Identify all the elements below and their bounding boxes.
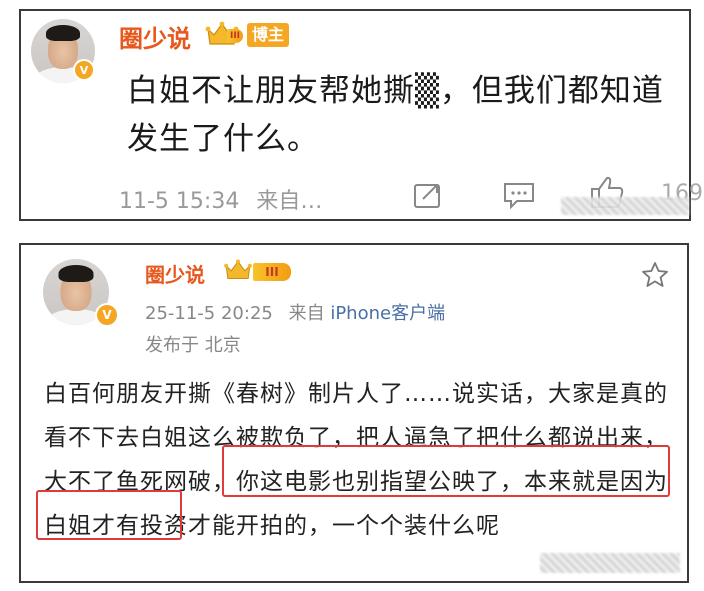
post-source: 来自… — [256, 189, 323, 214]
crown-icon — [223, 259, 253, 281]
post-location: 发布于 北京 — [145, 335, 241, 356]
post-source[interactable]: iPhone客户端 — [330, 303, 445, 324]
star-icon[interactable] — [641, 261, 669, 293]
level-badge: III — [253, 263, 291, 281]
verified-badge-icon: V — [73, 59, 95, 81]
watermark-blur — [561, 197, 689, 215]
post-meta: 25-11-5 20:25 来自 iPhone客户端 — [145, 299, 445, 325]
post-datetime: 25-11-5 20:25 — [145, 303, 273, 324]
share-icon[interactable] — [413, 181, 443, 213]
highlight-box-2 — [36, 490, 182, 540]
post-time: 11-5 15:34 — [119, 189, 240, 214]
comment-icon[interactable] — [503, 181, 535, 213]
post-meta: 11-5 15:34 来自… — [119, 183, 322, 215]
highlight-box-1 — [222, 445, 670, 497]
level-badge: III — [227, 29, 243, 43]
source-prefix: 来自 — [288, 303, 325, 324]
verified-badge-icon: V — [95, 303, 119, 327]
post-card-1: V 圈少说 III 博主 白姐不让朋友帮她撕▒，但我们都知道发生了什么。 11-… — [19, 9, 703, 221]
author-name[interactable]: 圈少说 — [119, 19, 191, 54]
author-name[interactable]: 圈少说 — [145, 259, 205, 288]
blogger-badge: 博主 — [247, 23, 290, 47]
watermark-blur — [540, 553, 680, 573]
post-text: 白姐不让朋友帮她撕▒，但我们都知道发生了什么。 — [127, 73, 664, 157]
